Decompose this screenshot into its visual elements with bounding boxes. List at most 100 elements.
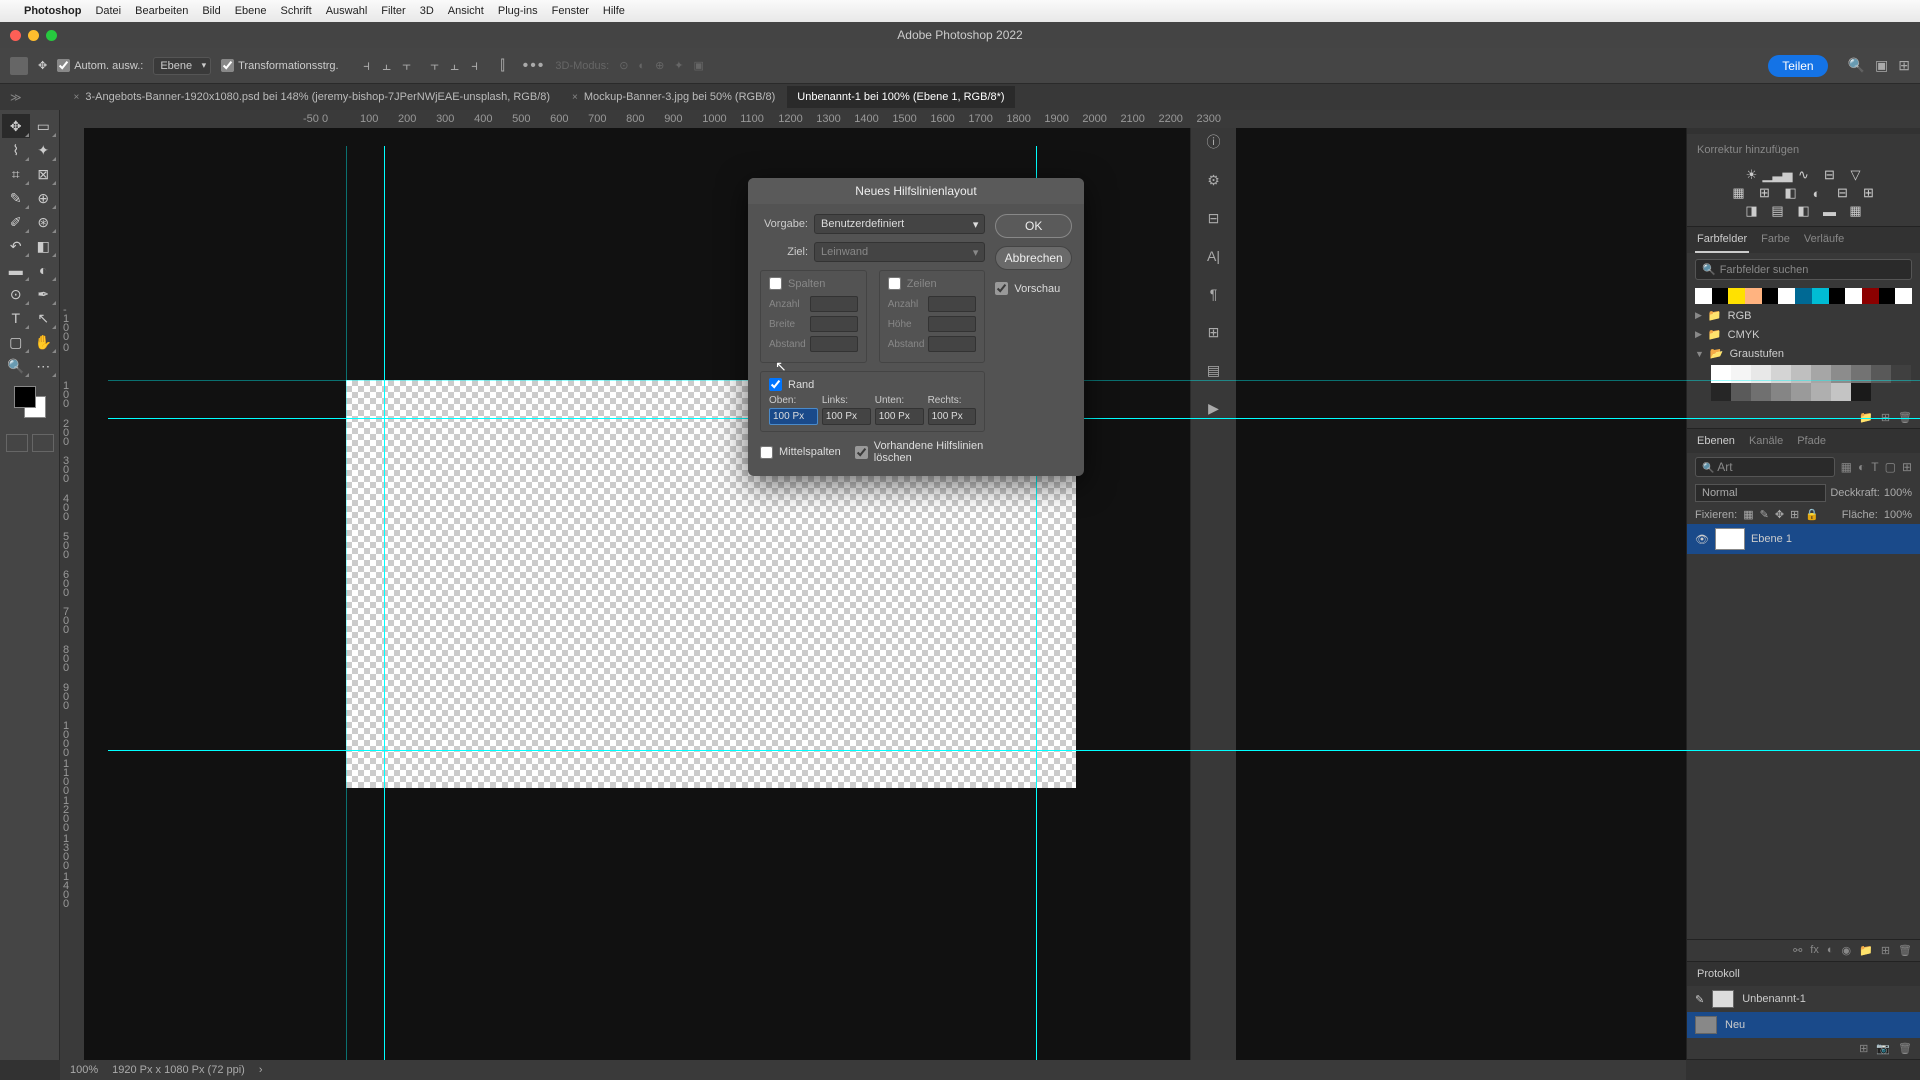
guide-h-bottom[interactable] xyxy=(108,750,1920,751)
swatch[interactable] xyxy=(1829,288,1846,304)
move-tool[interactable]: ✥ xyxy=(2,114,30,138)
heal-tool[interactable]: ⊕ xyxy=(30,186,58,210)
layers-tab[interactable]: Ebenen xyxy=(1695,429,1737,453)
filter-shape-icon[interactable]: ▢ xyxy=(1885,460,1896,474)
new-layer-icon[interactable]: ⊞ xyxy=(1881,944,1890,957)
preview-checkbox[interactable]: Vorschau xyxy=(995,282,1072,295)
target-select[interactable]: Leinwand xyxy=(814,242,985,262)
close-tab-icon[interactable]: × xyxy=(74,92,80,103)
columns-checkbox[interactable] xyxy=(769,277,782,290)
document-tab-1[interactable]: ×Mockup-Banner-3.jpg bei 50% (RGB/8) xyxy=(562,86,785,108)
center-columns-checkbox[interactable]: Mittelspalten xyxy=(760,440,841,464)
exposure-icon[interactable]: ⊟ xyxy=(1819,166,1841,184)
swatch[interactable] xyxy=(1795,288,1812,304)
threshold-icon[interactable]: ◧ xyxy=(1793,202,1815,220)
menu-bild[interactable]: Bild xyxy=(202,5,220,17)
pen-tool[interactable]: ✒ xyxy=(30,282,58,306)
rgb-folder[interactable]: ▶📁RGB xyxy=(1687,306,1920,325)
blend-mode-select[interactable]: Normal xyxy=(1695,484,1826,502)
history-state[interactable]: Neu xyxy=(1687,1012,1920,1038)
mode3d-icon3[interactable]: ⊕ xyxy=(655,59,664,72)
swatch[interactable] xyxy=(1751,383,1771,401)
visibility-icon[interactable]: 👁 xyxy=(1695,533,1709,546)
zoom-tool[interactable]: 🔍 xyxy=(2,354,30,378)
distribute-icon[interactable]: ⫿ xyxy=(493,56,513,76)
menu-ebene[interactable]: Ebene xyxy=(235,5,267,17)
margin-bottom-input[interactable]: 100 Px xyxy=(875,408,924,425)
delete-history-icon[interactable]: 🗑 xyxy=(1898,1042,1912,1055)
panel-glyphs-icon[interactable]: ⊞ xyxy=(1202,320,1226,344)
lock-paint-icon[interactable]: ✎ xyxy=(1760,508,1769,521)
filter-adjust-icon[interactable]: ◐ xyxy=(1858,460,1865,474)
menu-fenster[interactable]: Fenster xyxy=(552,5,589,17)
panel-adjust-icon[interactable]: ⊟ xyxy=(1202,206,1226,230)
swatch[interactable] xyxy=(1831,383,1851,401)
workspace-icon[interactable]: ⊞ xyxy=(1898,57,1910,74)
panel-type-icon[interactable]: A| xyxy=(1202,244,1226,268)
brightness-icon[interactable]: ☀ xyxy=(1741,166,1763,184)
margin-right-input[interactable]: 100 Px xyxy=(928,408,977,425)
swatch[interactable] xyxy=(1778,288,1795,304)
menu-filter[interactable]: Filter xyxy=(381,5,405,17)
mac-menubar[interactable]: Photoshop Datei Bearbeiten Bild Ebene Sc… xyxy=(0,0,1920,22)
fill-value[interactable]: 100% xyxy=(1884,509,1912,521)
menu-auswahl[interactable]: Auswahl xyxy=(326,5,368,17)
swatch[interactable] xyxy=(1851,383,1871,401)
filter-smart-icon[interactable]: ⊞ xyxy=(1902,460,1912,474)
align-top-icon[interactable]: ⫟ xyxy=(425,56,445,76)
swatch[interactable] xyxy=(1791,383,1811,401)
more-options-icon[interactable]: ••• xyxy=(523,57,546,75)
panel-info-icon[interactable]: ⓘ xyxy=(1202,130,1226,154)
ok-button[interactable]: OK xyxy=(995,214,1072,238)
panel-play-icon[interactable]: ▶ xyxy=(1202,396,1226,420)
margin-top-input[interactable]: 100 Px xyxy=(769,408,818,425)
search-icon[interactable]: 🔍 xyxy=(1848,57,1865,74)
channels-tab[interactable]: Kanäle xyxy=(1747,429,1785,453)
home-icon[interactable] xyxy=(10,57,28,75)
link-icon[interactable]: ⚯ xyxy=(1793,944,1802,957)
align-left-icon[interactable]: ⫞ xyxy=(357,56,377,76)
close-tab-icon[interactable]: × xyxy=(572,92,578,103)
lock-artboard-icon[interactable]: ⊞ xyxy=(1790,508,1799,521)
zoom-level[interactable]: 100% xyxy=(70,1064,98,1076)
colorbalance-icon[interactable]: ⊞ xyxy=(1754,184,1776,202)
gradients-tab[interactable]: Verläufe xyxy=(1802,227,1846,253)
shape-tool[interactable]: ▢ xyxy=(2,330,30,354)
swatch[interactable] xyxy=(1771,383,1791,401)
preset-select[interactable]: Benutzerdefiniert xyxy=(814,214,985,234)
swatch[interactable] xyxy=(1845,288,1862,304)
align-hcenter-icon[interactable]: ⫠ xyxy=(377,56,397,76)
crop-tool[interactable]: ⌗ xyxy=(2,162,30,186)
mode3d-icon4[interactable]: ✦ xyxy=(674,59,683,72)
lock-position-icon[interactable]: ✥ xyxy=(1775,508,1784,521)
snapshot-icon[interactable]: 📷 xyxy=(1876,1042,1890,1055)
curves-icon[interactable]: ∿ xyxy=(1793,166,1815,184)
frame-tool[interactable]: ⊠ xyxy=(30,162,58,186)
status-arrow-icon[interactable]: › xyxy=(259,1064,263,1076)
lock-all-icon[interactable]: 🔒 xyxy=(1805,508,1819,521)
history-panel-tab[interactable]: Protokoll xyxy=(1687,962,1920,986)
menu-ansicht[interactable]: Ansicht xyxy=(448,5,484,17)
vibrance-icon[interactable]: ▽ xyxy=(1845,166,1867,184)
path-tool[interactable]: ↖ xyxy=(30,306,58,330)
menu-hilfe[interactable]: Hilfe xyxy=(603,5,625,17)
eyedropper-tool[interactable]: ✎ xyxy=(2,186,30,210)
app-name[interactable]: Photoshop xyxy=(24,5,81,17)
auto-select-checkbox[interactable]: Autom. ausw.: xyxy=(57,59,143,72)
levels-icon[interactable]: ▁▃▅ xyxy=(1767,166,1789,184)
gray-folder[interactable]: ▼📂Graustufen xyxy=(1687,344,1920,363)
mode3d-icon5[interactable]: ▣ xyxy=(694,59,704,72)
auto-select-target[interactable]: Ebene xyxy=(153,57,211,75)
swatch-search[interactable]: 🔍Farbfelder suchen xyxy=(1695,259,1912,280)
panel-properties-icon[interactable]: ⚙ xyxy=(1202,168,1226,192)
lasso-tool[interactable]: ⌇ xyxy=(2,138,30,162)
stamp-tool[interactable]: ⊛ xyxy=(30,210,58,234)
eraser-tool[interactable]: ◧ xyxy=(30,234,58,258)
mode3d-icon1[interactable]: ⊙ xyxy=(619,59,628,72)
adjust-layer-icon[interactable]: ◉ xyxy=(1842,944,1852,957)
swatch[interactable] xyxy=(1895,288,1912,304)
marquee-tool[interactable]: ▭ xyxy=(30,114,58,138)
swatch[interactable] xyxy=(1711,383,1731,401)
cmyk-folder[interactable]: ▶📁CMYK xyxy=(1687,325,1920,344)
edit-toolbar[interactable]: ⋯ xyxy=(30,354,58,378)
